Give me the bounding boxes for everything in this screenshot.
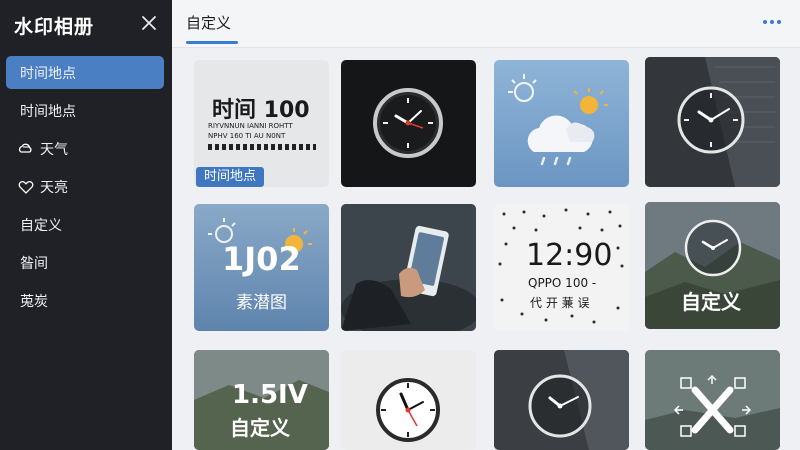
template-tile-clock-building[interactable] (645, 57, 780, 187)
tile-sub-text: 自定义 (230, 416, 290, 440)
tab-custom[interactable]: 自定义 (186, 12, 231, 33)
template-tile-mountain-text[interactable]: 1.5ⅠⅤ 自定义 (194, 350, 329, 450)
cross-arrows-icon (645, 350, 780, 450)
template-tile-custom-clock[interactable]: 自定义 (645, 202, 780, 329)
weather-icon (508, 74, 608, 166)
tile-sub-text: 自定义 (681, 290, 741, 314)
sidebar-item-dawn[interactable]: 天亮 (6, 170, 164, 203)
cloud-sun-icon (18, 141, 34, 157)
building-clock-icon (494, 350, 629, 450)
sidebar-item-time-location[interactable]: 时间地点 (6, 94, 164, 127)
tile-big-text: 1J02 (222, 240, 301, 278)
building-clock-icon (645, 57, 780, 187)
sidebar-item-custom[interactable]: 自定义 (6, 208, 164, 241)
tab-underline (186, 41, 238, 44)
template-tile-dots-time[interactable]: 12:90 QPPO 100 - 代 开 蒹 误 (494, 204, 629, 331)
clock-icon (376, 378, 440, 442)
tile-small-text: RIYVNNUN IANNI ROHTT (208, 122, 293, 130)
tile-big-text: 12:90 (526, 238, 613, 273)
more-icon[interactable] (760, 14, 784, 28)
tile-small-text: NPHV 160 TI AU N0NT (208, 132, 286, 140)
sidebar: 水印相册 时间地点 时间地点 天气 天亮 自定义 昝间 莵炭 (0, 0, 172, 450)
sidebar-item-label: 时间地点 (20, 65, 76, 82)
template-tile-phone[interactable] (341, 204, 476, 331)
clock-icon (373, 88, 443, 158)
dash-pattern (208, 144, 316, 150)
sidebar-item-label: 莵炭 (20, 293, 48, 310)
sidebar-item-time-location-active[interactable]: 时间地点 (6, 56, 164, 89)
template-tile-cross[interactable] (645, 350, 780, 450)
sidebar-item-label: 时间地点 (20, 103, 76, 120)
phone-photo-icon (341, 204, 476, 331)
tile-line-text: 代 开 蒹 误 (530, 296, 590, 310)
sidebar-item-label: 自定义 (20, 217, 62, 234)
sidebar-item-label: 天气 (40, 141, 68, 158)
template-tile-clock-building2[interactable] (494, 350, 629, 450)
close-icon[interactable] (138, 12, 160, 34)
sidebar-title: 水印相册 (14, 16, 95, 38)
sidebar-item-6[interactable]: 莵炭 (6, 284, 164, 317)
template-tile-time-text[interactable]: 时间 100 RIYVNNUN IANNI ROHTT NPHV 160 TI … (194, 60, 329, 187)
template-tile-weather-text[interactable]: 1J02 素潜图 (194, 204, 329, 331)
tile-big-text: 时间 100 (212, 98, 310, 123)
sidebar-item-weather[interactable]: 天气 (6, 132, 164, 165)
sidebar-item-label: 天亮 (40, 179, 68, 196)
tile-sub-text: 素潜图 (236, 293, 287, 313)
sidebar-item-5[interactable]: 昝间 (6, 246, 164, 279)
header-bar: 自定义 (172, 0, 800, 48)
template-tile-clock-white[interactable] (341, 350, 476, 450)
sidebar-item-label: 昝间 (20, 255, 48, 272)
template-tile-weather[interactable] (494, 60, 629, 187)
template-tile-clock-dark[interactable] (341, 60, 476, 187)
tile-line-text: QPPO 100 - (528, 276, 597, 290)
sidebar-header: 水印相册 (0, 0, 172, 48)
heart-icon (18, 179, 34, 195)
tile-badge: 时间地点 (196, 167, 265, 187)
tile-big-text: 1.5ⅠⅤ (232, 380, 308, 410)
